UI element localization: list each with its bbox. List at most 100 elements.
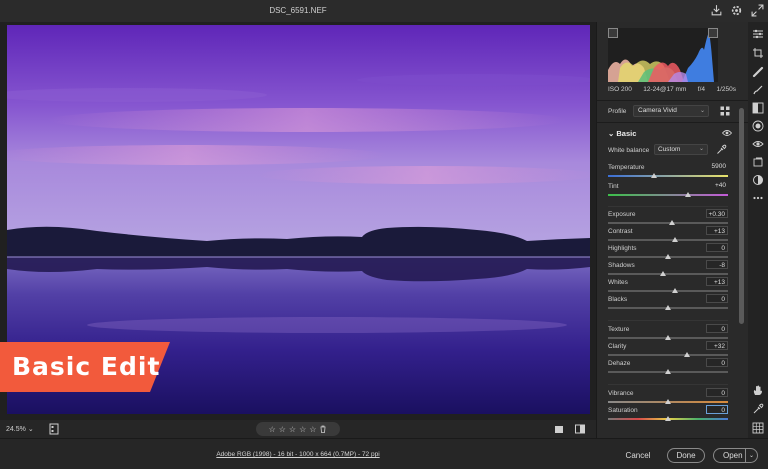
badge-label: Basic Edit	[12, 352, 161, 381]
basic-edit-badge: Basic Edit	[0, 342, 170, 392]
slider-track[interactable]	[608, 290, 728, 292]
slider-track[interactable]	[608, 273, 728, 275]
slider-value-field[interactable]: +0.30	[706, 209, 728, 218]
hand-icon[interactable]	[752, 384, 764, 396]
profile-select[interactable]: Camera Vivid ⌄	[633, 105, 709, 117]
compare-single-icon[interactable]	[553, 423, 565, 435]
slider-dehaze[interactable]: Dehaze 0	[608, 358, 728, 377]
slider-thumb[interactable]	[668, 220, 675, 225]
slider-value-field[interactable]: 0	[706, 405, 728, 414]
slider-thumb[interactable]	[672, 237, 679, 242]
star-1-icon[interactable]: ☆	[269, 425, 276, 434]
star-3-icon[interactable]: ☆	[289, 425, 296, 434]
slider-blacks[interactable]: Blacks 0	[608, 294, 728, 313]
slider-value-field[interactable]: 0	[706, 324, 728, 333]
panel-scrollbar[interactable]	[739, 108, 744, 324]
slider-track[interactable]	[608, 194, 728, 196]
tool-strip	[748, 22, 768, 438]
presets-icon[interactable]	[752, 174, 764, 186]
slider-thumb[interactable]	[650, 173, 657, 178]
slider-label: Exposure	[608, 211, 636, 218]
healing-icon[interactable]	[752, 66, 764, 78]
linear-gradient-icon[interactable]	[752, 102, 764, 114]
more-icon[interactable]	[752, 192, 764, 204]
crop-icon[interactable]	[752, 47, 764, 59]
slider-value-field[interactable]: 0	[706, 358, 728, 367]
open-button[interactable]: Open ⌄	[713, 448, 758, 463]
slider-label: Blacks	[608, 296, 628, 303]
slider-thumb[interactable]	[665, 335, 671, 340]
slider-value-field[interactable]: 0	[706, 294, 728, 303]
gear-icon[interactable]	[730, 4, 743, 17]
chevron-down-icon: ⌄	[698, 146, 704, 152]
slider-value-field[interactable]: +13	[706, 277, 728, 286]
exif-info: ISO 200 12-24@17 mm f/4 1/250s	[608, 86, 736, 93]
slider-value-field[interactable]: 0	[706, 388, 728, 397]
edit-sliders-icon[interactable]	[752, 28, 764, 40]
slider-label: Saturation	[608, 407, 638, 414]
histogram	[608, 28, 718, 82]
eyedropper-icon[interactable]	[716, 144, 727, 155]
slider-value-field[interactable]: -8	[706, 260, 728, 269]
export-icon[interactable]	[710, 4, 723, 17]
slider-thumb[interactable]	[660, 271, 667, 276]
slider-value-field[interactable]: +13	[706, 226, 728, 235]
slider-value-field[interactable]: 5900	[706, 162, 728, 171]
fullscreen-icon[interactable]	[751, 4, 764, 17]
done-button[interactable]: Done	[667, 448, 705, 463]
basic-section-header[interactable]: ⌄ Basic	[608, 129, 636, 138]
slider-label: Highlights	[608, 245, 637, 252]
slider-label: Contrast	[608, 228, 633, 235]
slider-label: Whites	[608, 279, 628, 286]
color-sampler-icon[interactable]	[752, 403, 764, 415]
open-options-caret-icon[interactable]: ⌄	[745, 449, 757, 462]
slider-thumb[interactable]	[665, 305, 671, 310]
eye-icon[interactable]	[722, 129, 732, 137]
star-4-icon[interactable]: ☆	[299, 425, 306, 434]
trash-icon[interactable]	[319, 425, 327, 433]
slider-saturation[interactable]: Saturation 0	[608, 405, 728, 424]
zoom-value: 24.5%	[6, 426, 26, 433]
snapshots-icon[interactable]	[752, 156, 764, 168]
slider-track[interactable]	[608, 239, 728, 241]
grid-overlay-icon[interactable]	[752, 422, 764, 434]
profile-value: Camera Vivid	[638, 107, 677, 114]
slider-value-field[interactable]: 0	[706, 243, 728, 252]
slider-thumb[interactable]	[665, 254, 671, 259]
divider	[597, 100, 748, 101]
shadow-clipping-button[interactable]	[608, 28, 618, 38]
white-balance-label: White balance	[608, 147, 650, 154]
slider-thumb[interactable]	[665, 399, 671, 404]
highlight-clipping-button[interactable]	[708, 28, 718, 38]
brush-icon[interactable]	[752, 84, 764, 96]
window-title: DSC_6591.NEF	[269, 6, 327, 15]
open-label: Open	[723, 451, 743, 460]
slider-value-field[interactable]: +40	[706, 181, 728, 190]
star-rating[interactable]: ☆ ☆ ☆ ☆ ☆	[256, 422, 340, 436]
workflow-options-link[interactable]: Adobe RGB (1998) - 16 bit - 1000 x 664 (…	[0, 451, 596, 458]
slider-thumb[interactable]	[684, 352, 691, 357]
title-bar: DSC_6591.NEF	[0, 0, 768, 22]
zoom-level[interactable]: 24.5% ⌄	[6, 425, 34, 433]
slider-tint[interactable]: Tint +40	[608, 181, 728, 200]
slider-thumb[interactable]	[672, 288, 679, 293]
star-2-icon[interactable]: ☆	[279, 425, 286, 434]
image-canvas[interactable]: Basic Edit	[0, 22, 596, 420]
slider-label: Shadows	[608, 262, 635, 269]
slider-thumb[interactable]	[685, 192, 692, 197]
star-5-icon[interactable]: ☆	[309, 425, 316, 434]
cancel-button[interactable]: Cancel	[620, 448, 656, 463]
zoom-caret-icon: ⌄	[27, 426, 34, 433]
slider-track[interactable]	[608, 175, 728, 177]
profile-browser-icon[interactable]	[720, 106, 730, 116]
red-eye-icon[interactable]	[752, 138, 764, 150]
slider-track[interactable]	[608, 354, 728, 356]
radial-gradient-icon[interactable]	[752, 120, 764, 132]
white-balance-select[interactable]: Custom ⌄	[654, 144, 708, 155]
slider-thumb[interactable]	[665, 369, 671, 374]
before-after-icon[interactable]	[574, 423, 586, 435]
slider-value-field[interactable]: +32	[706, 341, 728, 350]
filmstrip-icon[interactable]	[48, 423, 60, 435]
slider-temperature[interactable]: Temperature 5900	[608, 162, 728, 181]
slider-thumb[interactable]	[665, 416, 671, 421]
